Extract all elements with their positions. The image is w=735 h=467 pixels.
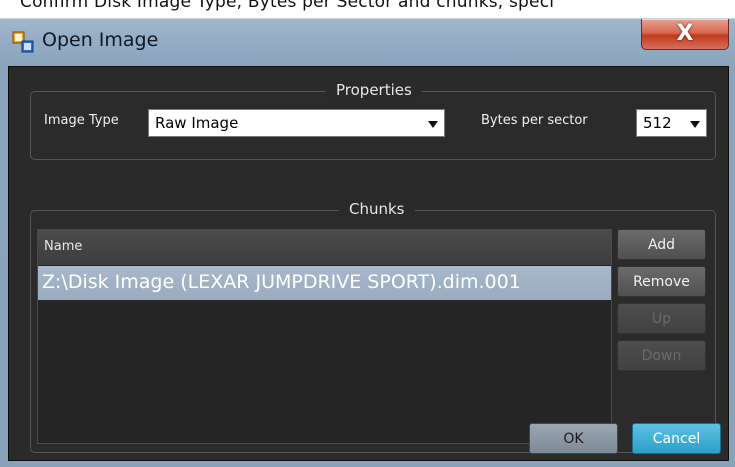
chunk-file-name: Z:\Disk Image (LEXAR JUMPDRIVE SPORT).di… (42, 271, 521, 293)
chevron-down-icon (690, 121, 700, 128)
caption-text: Confirm Disk Image Type, Bytes per Secto… (20, 0, 555, 12)
list-item[interactable]: Z:\Disk Image (LEXAR JUMPDRIVE SPORT).di… (38, 266, 611, 300)
properties-group: Properties Image Type Raw Image Bytes pe… (30, 81, 716, 160)
title-bar[interactable]: Open Image X (0, 19, 735, 65)
bytes-per-sector-label: Bytes per sector (481, 113, 588, 128)
column-name-label: Name (44, 239, 83, 254)
properties-legend: Properties (326, 81, 422, 99)
close-button[interactable]: X (641, 19, 729, 50)
close-icon: X (676, 21, 694, 46)
add-button[interactable]: Add (617, 229, 706, 260)
chunks-legend: Chunks (339, 200, 415, 218)
bytes-per-sector-dropdown[interactable]: 512 (636, 109, 707, 137)
image-type-value: Raw Image (155, 114, 239, 132)
list-column-header[interactable]: Name (38, 230, 611, 266)
dialog-body: Properties Image Type Raw Image Bytes pe… (8, 66, 729, 461)
chevron-down-icon (428, 121, 438, 128)
cancel-button[interactable]: Cancel (632, 423, 721, 454)
bytes-per-sector-value: 512 (643, 114, 672, 132)
down-button[interactable]: Down (617, 340, 706, 371)
image-type-label: Image Type (44, 113, 119, 128)
open-image-app-icon (12, 31, 34, 53)
chunks-group: Chunks Name Z:\Disk Image (LEXAR JUMPDRI… (30, 200, 716, 453)
window-title: Open Image (42, 29, 159, 51)
chunks-list[interactable]: Name Z:\Disk Image (LEXAR JUMPDRIVE SPOR… (37, 229, 612, 444)
open-image-dialog: Open Image X Properties Image Type Raw I… (0, 18, 735, 467)
remove-button[interactable]: Remove (617, 266, 706, 297)
ok-button[interactable]: OK (529, 423, 618, 454)
up-button[interactable]: Up (617, 303, 706, 334)
image-type-dropdown[interactable]: Raw Image (148, 109, 445, 137)
background-caption: Confirm Disk Image Type, Bytes per Secto… (0, 0, 735, 18)
dialog-footer: OK Cancel (8, 419, 727, 459)
